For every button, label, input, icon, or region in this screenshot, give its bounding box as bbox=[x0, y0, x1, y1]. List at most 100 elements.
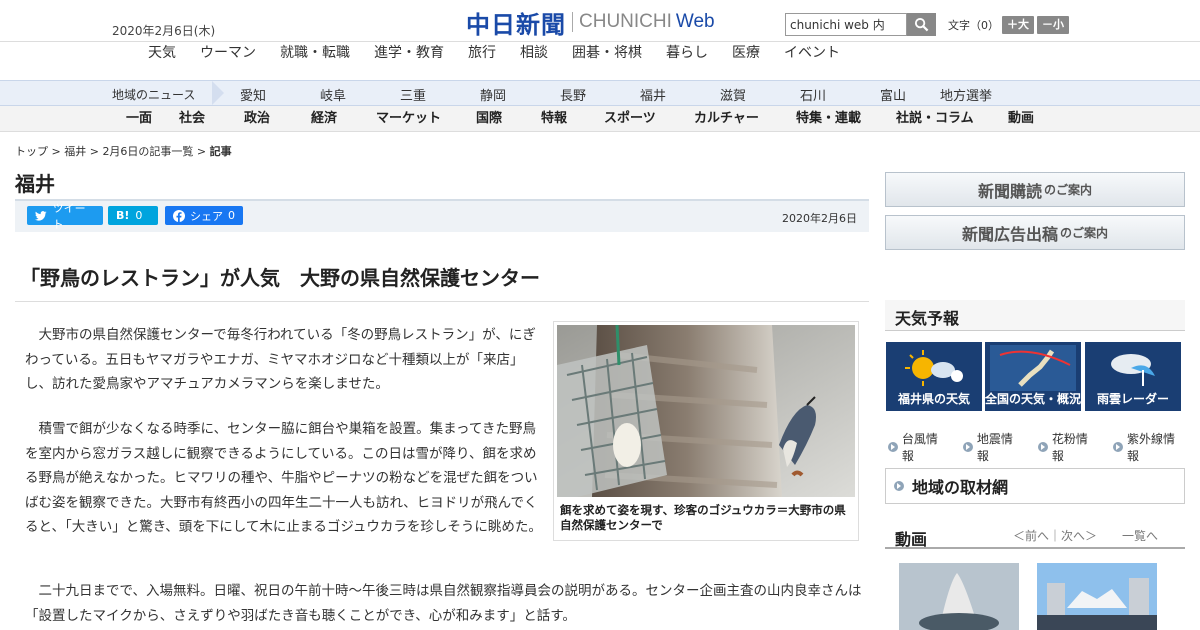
service-nav-item[interactable]: 医療 bbox=[720, 42, 772, 66]
region-nav-item[interactable]: 静岡 bbox=[480, 85, 560, 104]
region-nav: 地域のニュース 愛知 岐阜 三重 静岡 長野 福井 滋賀 石川 富山 地方選挙 bbox=[0, 80, 1200, 106]
weather-link[interactable]: 台風情報 bbox=[888, 430, 949, 464]
rain-radar-label: 雨雲レーダー bbox=[1096, 392, 1169, 406]
region-nav-item[interactable]: 滋賀 bbox=[720, 85, 800, 104]
breadcrumb: トップ > 福井 > 2月6日の記事一覧 > 記事 bbox=[15, 145, 232, 158]
font-size-up-button[interactable]: ＋大 bbox=[1002, 16, 1034, 34]
logo-en: CHUNICHI bbox=[579, 11, 672, 32]
breadcrumb-link[interactable]: 福井 bbox=[64, 145, 86, 158]
site-search bbox=[785, 13, 936, 36]
search-button[interactable] bbox=[907, 13, 936, 36]
region-nav-item[interactable]: 三重 bbox=[400, 85, 480, 104]
video-thumbnail[interactable] bbox=[1037, 563, 1157, 630]
weather-link[interactable]: 紫外線情報 bbox=[1113, 430, 1186, 464]
nuthatch-photo[interactable] bbox=[557, 325, 855, 497]
fukui-weather-tile[interactable]: 福井県の天気 bbox=[886, 342, 982, 411]
font-size-down-button[interactable]: －小 bbox=[1037, 16, 1069, 34]
region-nav-item[interactable]: 福井 bbox=[640, 85, 720, 104]
rain-radar-tile[interactable]: 雨雲レーダー bbox=[1085, 342, 1181, 411]
facebook-icon bbox=[173, 209, 185, 222]
headline-divider bbox=[15, 301, 869, 302]
region-nav-arrow bbox=[212, 81, 224, 105]
arrow-circle-icon bbox=[1038, 442, 1048, 452]
national-weather-tile[interactable]: 全国の天気・概況 bbox=[985, 342, 1081, 411]
current-date: 2020年2月6日(木) bbox=[112, 24, 216, 38]
site-logo[interactable]: 中日新聞 CHUNICHI Web bbox=[466, 9, 715, 39]
search-input[interactable] bbox=[785, 13, 907, 36]
weather-section-title: 天気予報 bbox=[885, 300, 1185, 331]
category-nav-item[interactable]: 社会 bbox=[179, 106, 244, 131]
weather-link-label: 台風情報 bbox=[901, 432, 938, 463]
service-nav-item[interactable]: 囲碁・将棋 bbox=[560, 42, 654, 66]
weather-link-label: 地震情報 bbox=[976, 432, 1013, 463]
breadcrumb-current: 記事 bbox=[209, 145, 232, 158]
article-headline: 「野鳥のレストラン」が人気 大野の県自然保護センター bbox=[20, 266, 540, 290]
category-nav-item[interactable]: マーケット bbox=[376, 106, 476, 131]
category-nav-item[interactable]: スポーツ bbox=[604, 106, 694, 131]
region-nav-item[interactable]: 愛知 bbox=[240, 85, 320, 104]
breadcrumb-link[interactable]: トップ bbox=[15, 145, 48, 158]
arrow-circle-icon bbox=[963, 442, 973, 452]
video-list-link[interactable]: 一覧へ bbox=[1122, 527, 1158, 544]
arrow-circle-icon bbox=[1113, 442, 1123, 452]
category-nav-item[interactable]: 国際 bbox=[476, 106, 541, 131]
tweet-button[interactable]: ツイート bbox=[27, 202, 103, 231]
font-size-label: 文字（0） bbox=[948, 19, 999, 32]
region-nav-label: 地域のニュース bbox=[112, 88, 196, 102]
category-nav-item[interactable]: 経済 bbox=[311, 106, 376, 131]
logo-web: Web bbox=[675, 11, 715, 32]
hatena-label: B! bbox=[116, 209, 130, 222]
weather-link[interactable]: 地震情報 bbox=[963, 430, 1024, 464]
font-size-control: 文字（0） ＋大 －小 bbox=[948, 16, 1069, 34]
hatena-bookmark-button[interactable]: B! 0 bbox=[108, 206, 158, 225]
sun-cloud-icon bbox=[905, 350, 963, 386]
breadcrumb-link[interactable]: 2月6日の記事一覧 bbox=[102, 145, 193, 158]
weather-link-label: 紫外線情報 bbox=[1126, 432, 1175, 463]
tweet-label: ツイート bbox=[52, 201, 86, 231]
video-prev-next[interactable]: ＜前へ｜次へ＞ bbox=[1013, 527, 1097, 544]
region-nav-item[interactable]: 石川 bbox=[800, 85, 880, 104]
category-nav-item[interactable]: 一面 bbox=[126, 106, 179, 131]
facebook-share-button[interactable]: シェア 0 bbox=[165, 206, 243, 225]
category-nav-item[interactable]: 動画 bbox=[1008, 106, 1058, 131]
search-icon bbox=[914, 17, 929, 32]
weather-links: 台風情報 地震情報 花粉情報 紫外線情報 bbox=[888, 430, 1200, 464]
service-nav-item[interactable]: 旅行 bbox=[456, 42, 508, 66]
subscribe-banner[interactable]: 新聞購読 のご案内 bbox=[885, 172, 1185, 207]
region-nav-item[interactable]: 長野 bbox=[560, 85, 640, 104]
region-nav-item[interactable]: 地方選挙 bbox=[940, 85, 1020, 104]
service-nav-item[interactable]: ウーマン bbox=[188, 42, 268, 66]
regional-network-label: 地域の取材網 bbox=[912, 478, 1009, 497]
arrow-circle-icon bbox=[888, 442, 898, 452]
page-title: 福井 bbox=[15, 172, 55, 196]
advertise-banner[interactable]: 新聞広告出稿 のご案内 bbox=[885, 215, 1185, 250]
site-header: 2020年2月6日(木) 中日新聞 CHUNICHI Web 文字（0） ＋大 … bbox=[0, 0, 1200, 42]
service-nav-item[interactable]: 天気 bbox=[136, 42, 188, 66]
service-nav-item[interactable]: 暮らし bbox=[654, 42, 720, 66]
weather-map-icon bbox=[990, 345, 1076, 391]
weather-link[interactable]: 花粉情報 bbox=[1038, 430, 1099, 464]
logo-separator bbox=[572, 12, 573, 32]
facebook-share-count: 0 bbox=[228, 209, 235, 222]
photo-caption: 餌を求めて姿を現す、珍客のゴジュウカラ＝大野市の県自然保護センターで bbox=[560, 503, 846, 532]
category-nav-item[interactable]: 政治 bbox=[244, 106, 311, 131]
advertise-label: 新聞広告出稿 bbox=[961, 224, 1058, 244]
region-nav-item[interactable]: 岐阜 bbox=[320, 85, 400, 104]
service-nav-item[interactable]: イベント bbox=[772, 42, 852, 66]
advertise-sub: のご案内 bbox=[1060, 226, 1109, 240]
region-nav-item[interactable]: 富山 bbox=[880, 85, 940, 104]
facebook-share-label: シェア bbox=[190, 209, 223, 223]
logo-ja: 中日新聞 bbox=[466, 10, 566, 39]
category-nav-item[interactable]: カルチャー bbox=[694, 106, 796, 131]
service-nav-item[interactable]: 相談 bbox=[508, 42, 560, 66]
regional-network-link[interactable]: 地域の取材網 bbox=[885, 468, 1185, 504]
category-nav: 一面 社会 政治 経済 マーケット 国際 特報 スポーツ カルチャー 特集・連載… bbox=[0, 106, 1200, 132]
service-nav-item[interactable]: 進学・教育 bbox=[362, 42, 456, 66]
share-bar: ツイート B! 0 シェア 0 2020年2月6日 bbox=[15, 199, 869, 232]
category-nav-item[interactable]: 特集・連載 bbox=[796, 106, 896, 131]
video-thumbnail[interactable] bbox=[899, 563, 1019, 630]
service-nav-item[interactable]: 就職・転職 bbox=[268, 42, 362, 66]
category-nav-item[interactable]: 社説・コラム bbox=[896, 106, 1008, 131]
subscribe-label: 新聞購読 bbox=[977, 181, 1042, 201]
category-nav-item[interactable]: 特報 bbox=[541, 106, 604, 131]
